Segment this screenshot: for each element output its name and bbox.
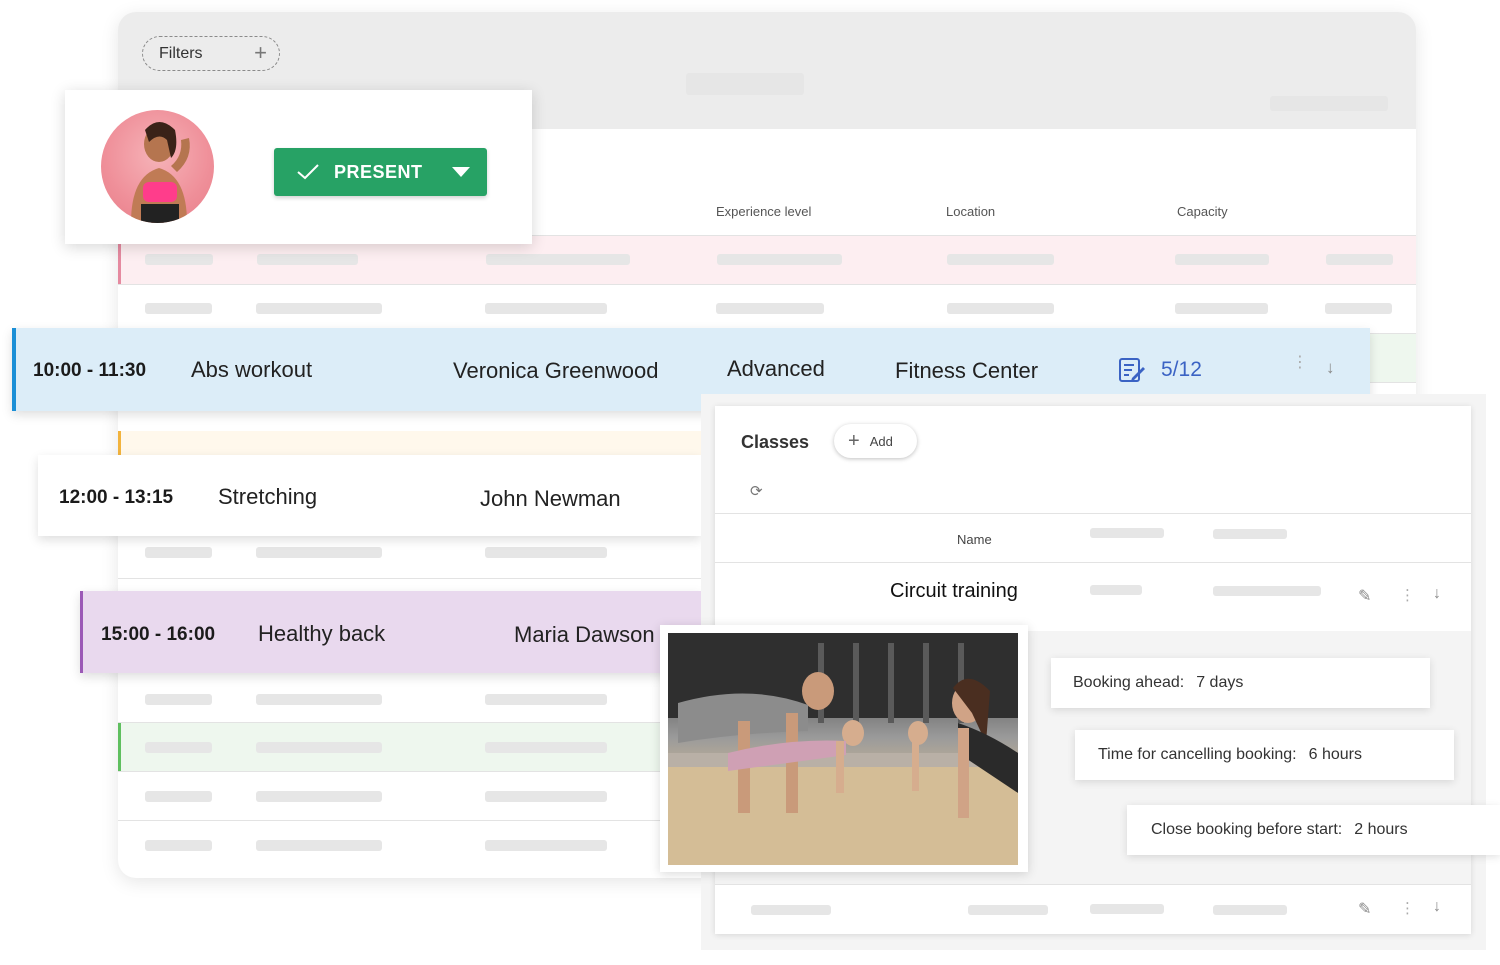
info-value: 2 hours <box>1354 821 1408 838</box>
cell-placeholder <box>145 840 212 851</box>
info-label: Time for cancelling booking: <box>1098 746 1297 763</box>
info-value: 6 hours <box>1308 746 1362 763</box>
class-time: 12:00 - 13:15 <box>59 487 174 508</box>
person-silhouette-icon <box>131 122 190 223</box>
class-time: 15:00 - 16:00 <box>101 624 216 645</box>
column-header-placeholder <box>1090 528 1164 538</box>
attendance-status-label: PRESENT <box>334 161 423 182</box>
cell-placeholder <box>485 694 607 705</box>
plus-icon: + <box>848 429 860 452</box>
class-name: Healthy back <box>258 621 386 646</box>
class-name: Abs workout <box>191 357 313 382</box>
class-name: Circuit training <box>890 580 1018 602</box>
class-level: Advanced <box>727 356 825 381</box>
attendance-status-dropdown[interactable]: PRESENT <box>274 148 487 196</box>
info-label: Booking ahead: <box>1073 674 1185 691</box>
add-class-button[interactable]: + Add <box>834 424 917 458</box>
cell-placeholder <box>256 742 382 753</box>
column-header-name: Name <box>957 532 992 547</box>
cell-placeholder <box>256 791 382 802</box>
plus-icon: + <box>254 40 267 65</box>
header-title-placeholder <box>686 73 804 95</box>
cell-placeholder <box>1213 905 1287 915</box>
cell-placeholder <box>486 254 630 265</box>
cell-placeholder <box>256 694 382 705</box>
more-options-icon[interactable]: ⋮ <box>1292 355 1308 371</box>
filters-label: Filters <box>159 44 203 62</box>
cell-placeholder <box>145 547 212 558</box>
arrow-down-icon[interactable]: ↓ <box>1433 898 1441 916</box>
info-label: Close booking before start: <box>1151 821 1343 838</box>
cell-placeholder <box>145 742 212 753</box>
cell-placeholder <box>1090 904 1164 914</box>
cell-placeholder <box>717 254 842 265</box>
cell-placeholder <box>1090 585 1142 595</box>
more-options-icon[interactable]: ⋮ <box>1400 899 1415 917</box>
avatar <box>101 110 214 223</box>
cell-placeholder <box>968 905 1048 915</box>
cell-placeholder <box>1326 254 1393 265</box>
cell-placeholder <box>256 840 382 851</box>
cell-placeholder <box>145 254 213 265</box>
attendance-card: PRESENT <box>65 90 532 244</box>
booking-list-icon[interactable] <box>1118 356 1146 384</box>
row-divider <box>715 513 1471 514</box>
add-label: Add <box>869 433 893 449</box>
column-header-placeholder <box>1213 529 1287 539</box>
more-options-icon[interactable]: ⋮ <box>1400 586 1415 604</box>
edit-icon[interactable]: ✎ <box>1358 586 1371 606</box>
classes-title: Classes <box>741 432 810 452</box>
cell-placeholder <box>1175 254 1269 265</box>
cell-placeholder <box>947 254 1054 265</box>
cell-placeholder <box>485 742 607 753</box>
table-row[interactable] <box>118 285 1416 333</box>
class-row-selected[interactable]: Circuit training ✎ ⋮ ↓ <box>715 563 1471 631</box>
cell-placeholder <box>947 303 1054 314</box>
class-card-stretching[interactable]: 12:00 - 13:15 Stretching John Newman <box>38 455 701 536</box>
header-action-placeholder <box>1270 96 1388 111</box>
checkmark-icon <box>297 164 319 180</box>
class-capacity: 5/12 <box>1161 358 1202 381</box>
cell-placeholder <box>485 303 607 314</box>
class-trainer: Veronica Greenwood <box>453 358 659 383</box>
class-trainer: John Newman <box>480 486 621 511</box>
cell-placeholder <box>1213 586 1321 596</box>
class-location: Fitness Center <box>895 358 1039 383</box>
cell-placeholder <box>145 303 212 314</box>
class-card-healthy-back[interactable]: 15:00 - 16:00 Healthy back Maria Dawson <box>80 591 701 673</box>
info-value: 7 days <box>1196 674 1244 691</box>
cell-placeholder <box>256 303 382 314</box>
cell-placeholder <box>485 791 607 802</box>
class-trainer: Maria Dawson <box>514 622 655 647</box>
filters-button[interactable]: Filters + <box>142 36 280 71</box>
fitness-photo-illustration <box>668 633 1018 865</box>
column-header-location: Location <box>946 204 996 219</box>
cell-placeholder <box>1175 303 1268 314</box>
close-booking-info: Close booking before start: 2 hours <box>1127 805 1500 855</box>
class-time: 10:00 - 11:30 <box>33 360 147 381</box>
cell-placeholder <box>1325 303 1392 314</box>
cell-placeholder <box>145 791 212 802</box>
edit-icon[interactable]: ✎ <box>1358 899 1371 919</box>
cancel-booking-info: Time for cancelling booking: 6 hours <box>1075 730 1454 780</box>
booking-ahead-info: Booking ahead: 7 days <box>1051 658 1430 708</box>
cell-placeholder <box>145 694 212 705</box>
cell-placeholder <box>485 547 607 558</box>
class-name: Stretching <box>218 484 318 509</box>
column-header-capacity: Capacity <box>1177 204 1228 219</box>
arrow-down-icon[interactable]: ↓ <box>1326 358 1335 378</box>
class-row[interactable]: ✎ ⋮ ↓ <box>715 885 1471 934</box>
cell-placeholder <box>485 840 607 851</box>
cell-placeholder <box>716 303 824 314</box>
cell-placeholder <box>256 547 382 558</box>
arrow-down-icon[interactable]: ↓ <box>1433 585 1441 603</box>
column-header-experience: Experience level <box>716 204 812 219</box>
cell-placeholder <box>751 905 831 915</box>
class-photo <box>668 633 1018 865</box>
refresh-icon[interactable]: ⟳ <box>750 482 763 500</box>
caret-down-icon <box>452 167 470 177</box>
class-photo-frame <box>660 625 1028 872</box>
cell-placeholder <box>257 254 358 265</box>
